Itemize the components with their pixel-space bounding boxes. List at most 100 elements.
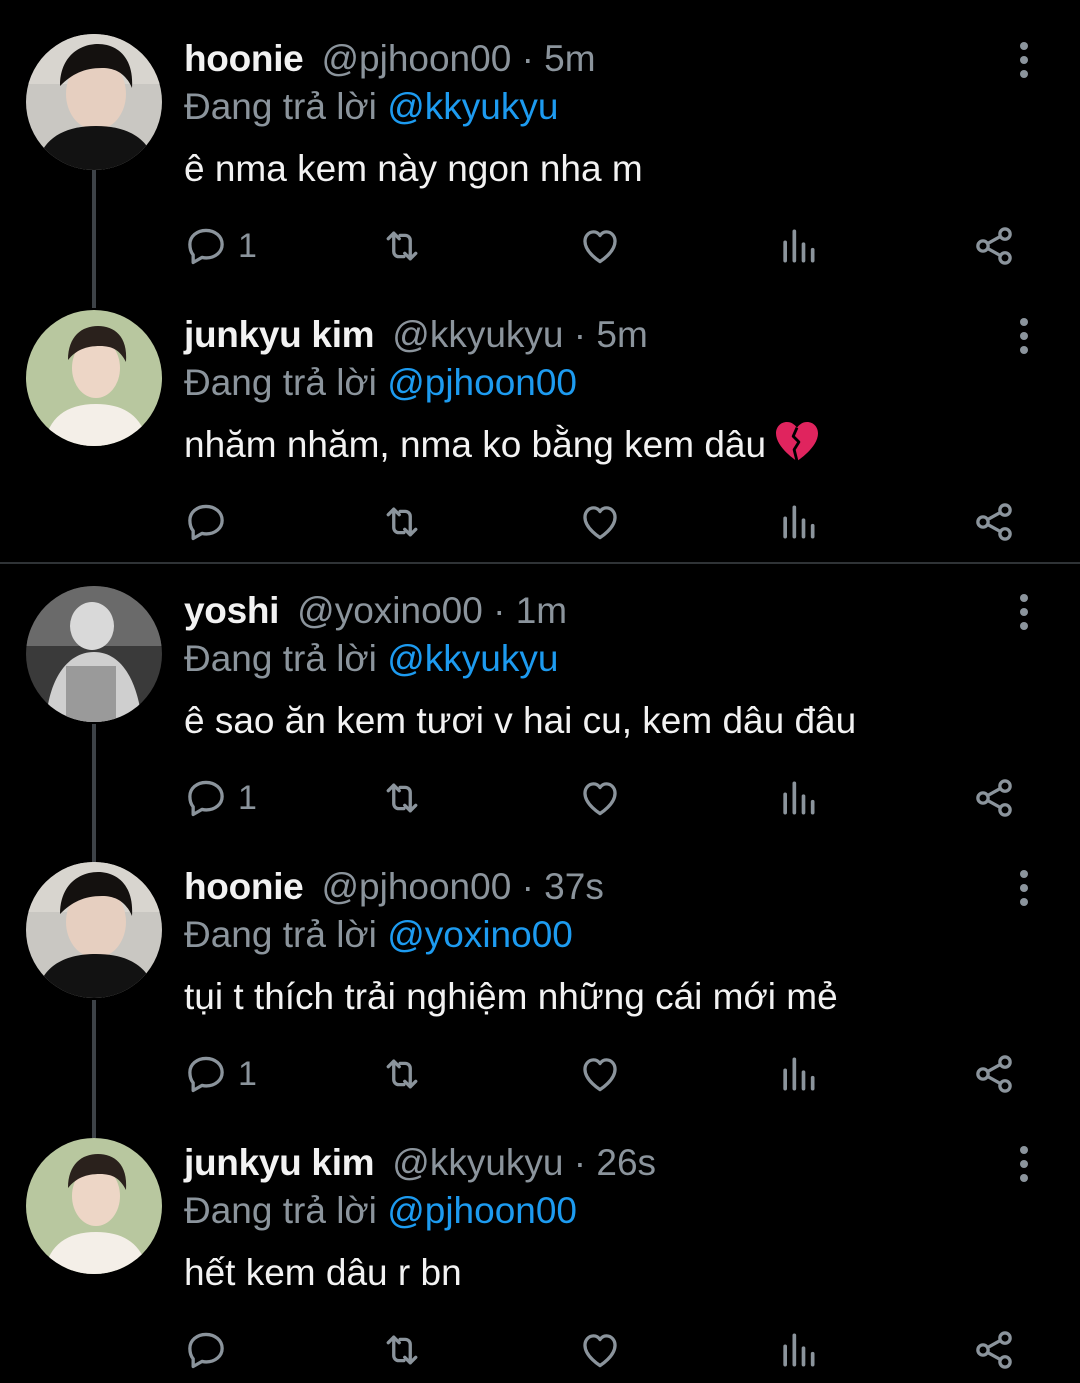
- replying-label: Đang trả lời: [184, 1190, 377, 1231]
- like-button[interactable]: [578, 1328, 622, 1372]
- more-vertical-icon[interactable]: [1010, 1144, 1038, 1184]
- heart-icon: [578, 224, 622, 268]
- like-button[interactable]: [578, 500, 622, 544]
- replying-label: Đang trả lời: [184, 638, 377, 679]
- tweet[interactable]: hoonie @pjhoon00 · 37s Đang trả lời @yoxi…: [0, 862, 1080, 1102]
- more-vertical-icon[interactable]: [1010, 316, 1038, 356]
- share-icon: [972, 1052, 1016, 1096]
- reply-icon: [184, 1052, 228, 1096]
- heart-icon: [578, 776, 622, 820]
- reply-button[interactable]: [184, 500, 238, 544]
- tweet-header: hoonie @pjhoon00 · 37s: [184, 862, 604, 912]
- views-button[interactable]: [776, 224, 820, 268]
- views-icon: [776, 776, 820, 820]
- display-name[interactable]: junkyu kim: [184, 314, 375, 355]
- share-button[interactable]: [972, 224, 1016, 268]
- more-vertical-icon[interactable]: [1010, 868, 1038, 908]
- views-button[interactable]: [776, 1052, 820, 1096]
- heart-icon: [578, 500, 622, 544]
- share-icon: [972, 500, 1016, 544]
- mention-link[interactable]: @yoxino00: [387, 914, 573, 955]
- views-button[interactable]: [776, 500, 820, 544]
- like-button[interactable]: [578, 224, 622, 268]
- reply-count: 1: [238, 1055, 257, 1093]
- avatar[interactable]: [26, 586, 162, 722]
- views-button[interactable]: [776, 1328, 820, 1372]
- avatar[interactable]: [26, 34, 162, 170]
- mention-link[interactable]: @kkyukyu: [387, 638, 558, 679]
- reply-button[interactable]: [184, 1328, 238, 1372]
- views-icon: [776, 224, 820, 268]
- replying-label: Đang trả lời: [184, 86, 377, 127]
- more-vertical-icon[interactable]: [1010, 592, 1038, 632]
- display-name[interactable]: hoonie: [184, 38, 304, 79]
- like-button[interactable]: [578, 1052, 622, 1096]
- tweet-header: junkyu kim @kkyukyu · 26s: [184, 1138, 656, 1188]
- retweet-button[interactable]: [380, 776, 424, 820]
- action-bar: 1: [184, 776, 1034, 820]
- share-button[interactable]: [972, 500, 1016, 544]
- action-bar: 1: [184, 224, 1034, 268]
- views-icon: [776, 1328, 820, 1372]
- share-button[interactable]: [972, 776, 1016, 820]
- share-icon: [972, 776, 1016, 820]
- views-icon: [776, 1052, 820, 1096]
- replying-to: Đang trả lời @pjhoon00: [184, 1186, 577, 1236]
- retweet-button[interactable]: [380, 224, 424, 268]
- reply-count: 1: [238, 227, 257, 265]
- tweet-text: hết kem dâu r bn: [184, 1252, 462, 1293]
- reply-icon: [184, 1328, 228, 1372]
- reply-button[interactable]: 1: [184, 1052, 257, 1096]
- retweet-button[interactable]: [380, 1052, 424, 1096]
- mention-link[interactable]: @pjhoon00: [387, 362, 577, 403]
- handle-time[interactable]: @yoxino00 · 1m: [297, 590, 567, 631]
- divider: [0, 562, 1080, 564]
- retweet-icon: [380, 776, 424, 820]
- tweet[interactable]: yoshi @yoxino00 · 1m Đang trả lời @kkyuky…: [0, 586, 1080, 826]
- retweet-button[interactable]: [380, 1328, 424, 1372]
- replying-to: Đang trả lời @kkyukyu: [184, 634, 558, 684]
- tweet-text: ê sao ăn kem tươi v hai cu, kem dâu đâu: [184, 700, 857, 741]
- retweet-icon: [380, 500, 424, 544]
- share-button[interactable]: [972, 1052, 1016, 1096]
- replying-to: Đang trả lời @yoxino00: [184, 910, 573, 960]
- handle-time[interactable]: @kkyukyu · 26s: [392, 1142, 656, 1183]
- retweet-icon: [380, 1052, 424, 1096]
- broken-heart-emoji: [774, 421, 820, 463]
- handle-time[interactable]: @kkyukyu · 5m: [392, 314, 648, 355]
- handle-time[interactable]: @pjhoon00 · 5m: [321, 38, 595, 79]
- reply-count: 1: [238, 779, 257, 817]
- display-name[interactable]: junkyu kim: [184, 1142, 375, 1183]
- tweet-text: tụi t thích trải nghiệm những cái mới mẻ: [184, 976, 838, 1017]
- avatar[interactable]: [26, 310, 162, 446]
- display-name[interactable]: yoshi: [184, 590, 279, 631]
- reply-icon: [184, 500, 228, 544]
- tweet[interactable]: junkyu kim @kkyukyu · 26s Đang trả lời @p…: [0, 1138, 1080, 1378]
- tweet[interactable]: junkyu kim @kkyukyu · 5m Đang trả lời @pj…: [0, 310, 1080, 550]
- retweet-icon: [380, 1328, 424, 1372]
- tweet-header: hoonie @pjhoon00 · 5m: [184, 34, 596, 84]
- tweet-text: nhăm nhăm, nma ko bằng kem dâu: [184, 420, 820, 470]
- retweet-icon: [380, 224, 424, 268]
- avatar[interactable]: [26, 862, 162, 998]
- retweet-button[interactable]: [380, 500, 424, 544]
- tweet-text-content: nhăm nhăm, nma ko bằng kem dâu: [184, 424, 767, 465]
- reply-icon: [184, 776, 228, 820]
- display-name[interactable]: hoonie: [184, 866, 304, 907]
- reply-button[interactable]: 1: [184, 776, 257, 820]
- mention-link[interactable]: @pjhoon00: [387, 1190, 577, 1231]
- handle-time[interactable]: @pjhoon00 · 37s: [321, 866, 603, 907]
- tweet-header: junkyu kim @kkyukyu · 5m: [184, 310, 648, 360]
- tweet-header: yoshi @yoxino00 · 1m: [184, 586, 567, 636]
- tweet[interactable]: hoonie @pjhoon00 · 5m Đang trả lời @kkyuk…: [0, 34, 1080, 274]
- more-vertical-icon[interactable]: [1010, 40, 1038, 80]
- avatar[interactable]: [26, 1138, 162, 1274]
- views-button[interactable]: [776, 776, 820, 820]
- mention-link[interactable]: @kkyukyu: [387, 86, 558, 127]
- heart-icon: [578, 1328, 622, 1372]
- like-button[interactable]: [578, 776, 622, 820]
- share-icon: [972, 1328, 1016, 1372]
- replying-to: Đang trả lời @pjhoon00: [184, 358, 577, 408]
- reply-button[interactable]: 1: [184, 224, 257, 268]
- share-button[interactable]: [972, 1328, 1016, 1372]
